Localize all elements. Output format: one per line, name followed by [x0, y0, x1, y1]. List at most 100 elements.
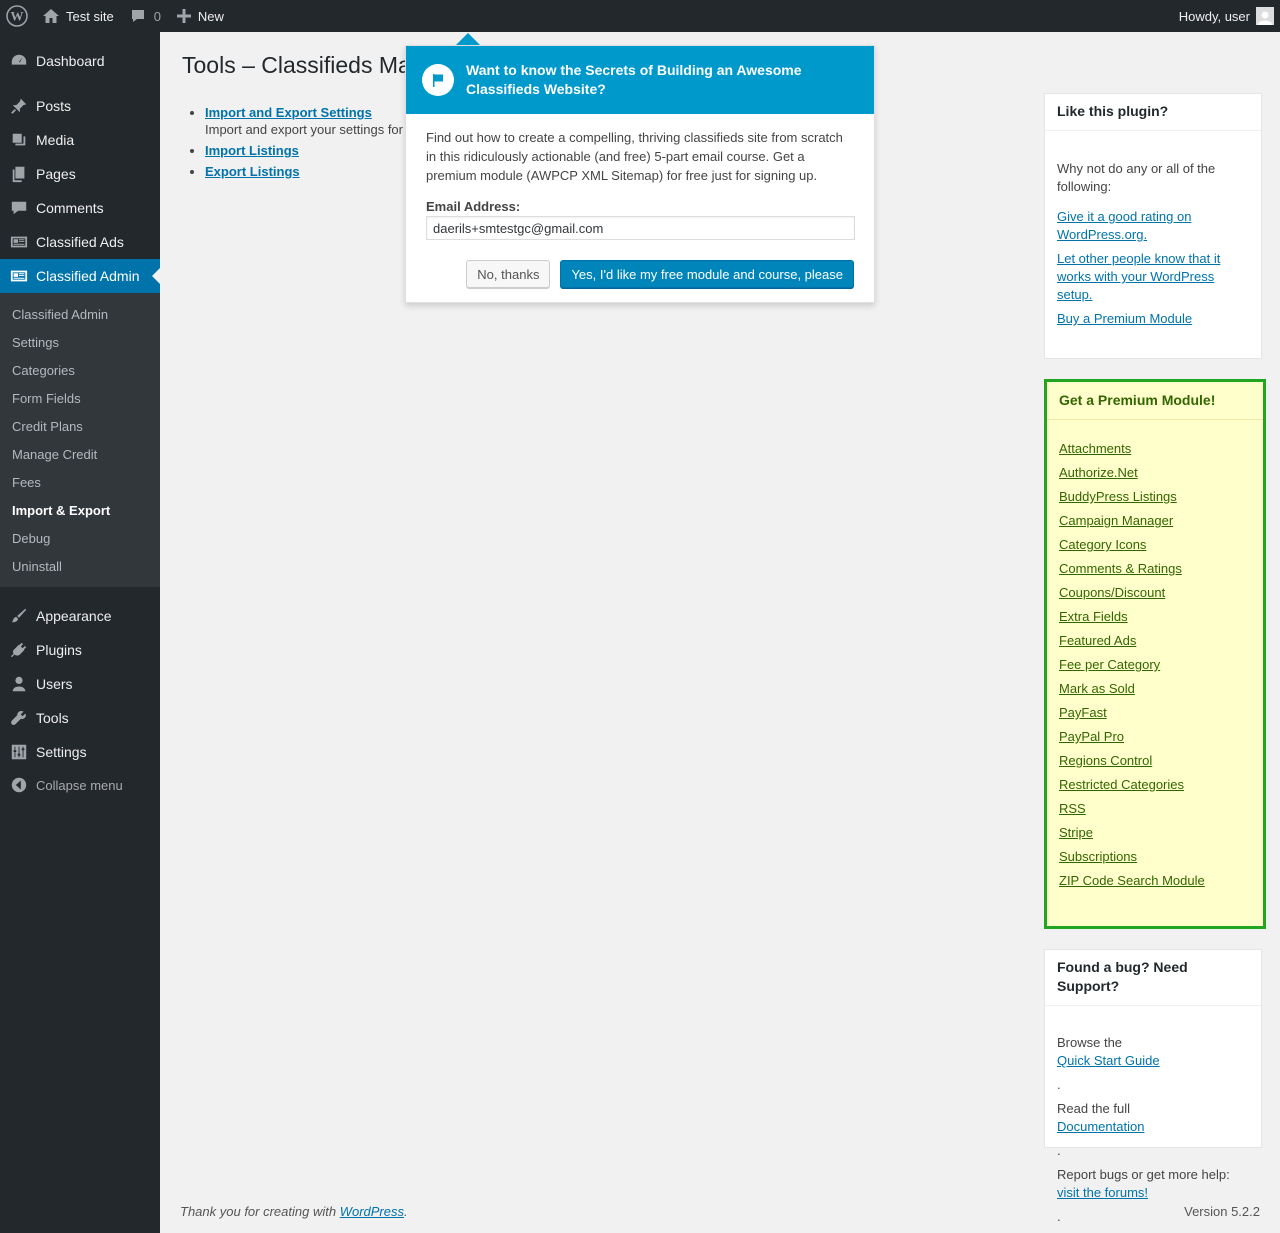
premium-module-box: Get a Premium Module! Attachments Author…	[1044, 379, 1266, 929]
premium-link-extra-fields[interactable]: Extra Fields	[1059, 608, 1251, 626]
user-icon	[12, 676, 26, 692]
home-icon	[43, 9, 59, 23]
premium-link-mark-as-sold[interactable]: Mark as Sold	[1059, 680, 1251, 698]
premium-module-list: Attachments Authorize.Net BuddyPress Lis…	[1047, 420, 1263, 914]
new-content-link[interactable]: New	[169, 0, 232, 32]
menu-label: Appearance	[36, 608, 112, 624]
media-icon	[12, 133, 26, 146]
new-label: New	[197, 8, 224, 24]
menu-pages[interactable]: Pages	[0, 157, 160, 191]
quick-start-guide-link[interactable]: Quick Start Guide	[1057, 1052, 1249, 1070]
menu-media[interactable]: Media	[0, 123, 160, 157]
import-listings-link[interactable]: Import Listings	[205, 143, 299, 158]
export-listings-link[interactable]: Export Listings	[205, 164, 300, 179]
admin-sidebar: Dashboard Posts Media Pages Comments Cla…	[0, 32, 160, 1233]
menu-label: Plugins	[36, 642, 82, 658]
wordpress-link[interactable]: WordPress	[340, 1204, 404, 1219]
premium-link-campaign-manager[interactable]: Campaign Manager	[1059, 512, 1251, 530]
documentation-link[interactable]: Documentation	[1057, 1118, 1249, 1136]
footer-thanks: Thank you for creating with WordPress.	[180, 1204, 408, 1219]
plug-icon	[10, 642, 27, 658]
subscribe-button[interactable]: Yes, I'd like my free module and course,…	[560, 260, 854, 288]
classified-icon	[10, 270, 28, 282]
premium-link-fee-per-category[interactable]: Fee per Category	[1059, 656, 1251, 674]
premium-link-regions-control[interactable]: Regions Control	[1059, 752, 1251, 770]
support-line-guide: Browse the Quick Start Guide.	[1057, 1034, 1249, 1094]
menu-appearance[interactable]: Appearance	[0, 599, 160, 633]
share-plugin-link[interactable]: Let other people know that it works with…	[1057, 250, 1249, 304]
premium-link-coupons[interactable]: Coupons/Discount	[1059, 584, 1251, 602]
premium-link-featured-ads[interactable]: Featured Ads	[1059, 632, 1251, 650]
premium-link-comments-ratings[interactable]: Comments & Ratings	[1059, 560, 1251, 578]
premium-link-buddypress[interactable]: BuddyPress Listings	[1059, 488, 1251, 506]
premium-link-stripe[interactable]: Stripe	[1059, 824, 1251, 842]
comment-icon	[11, 201, 27, 215]
flag-icon	[422, 64, 454, 96]
menu-label: Settings	[36, 744, 87, 760]
submenu-form-fields[interactable]: Form Fields	[0, 384, 160, 412]
premium-link-restricted-categories[interactable]: Restricted Categories	[1059, 776, 1251, 794]
avatar-silhouette-icon	[1258, 11, 1272, 25]
dashboard-icon	[11, 54, 27, 65]
submenu-manage-credit[interactable]: Manage Credit	[0, 440, 160, 468]
submenu-debug[interactable]: Debug	[0, 524, 160, 552]
submenu-credit-plans[interactable]: Credit Plans	[0, 412, 160, 440]
popup-title: Want to know the Secrets of Building an …	[466, 62, 802, 97]
footer-text: Thank you for creating with	[180, 1204, 340, 1219]
wordpress-logo-button[interactable]: W	[0, 0, 34, 32]
menu-label: Classified Admin	[36, 268, 140, 284]
plus-icon	[176, 9, 191, 23]
support-text: .	[1057, 1143, 1061, 1158]
admin-bar: W Test site 0 New Howdy, user	[0, 0, 1280, 32]
menu-posts[interactable]: Posts	[0, 89, 160, 123]
premium-link-subscriptions[interactable]: Subscriptions	[1059, 848, 1251, 866]
submenu-fees[interactable]: Fees	[0, 468, 160, 496]
menu-label: Classified Ads	[36, 234, 124, 250]
email-input[interactable]	[426, 216, 855, 240]
support-text: Read the full	[1057, 1101, 1130, 1116]
footer-text: .	[404, 1204, 408, 1219]
menu-settings[interactable]: Settings	[0, 735, 160, 769]
submenu-uninstall[interactable]: Uninstall	[0, 552, 160, 580]
menu-classified-admin[interactable]: Classified Admin	[0, 259, 160, 293]
menu-dashboard[interactable]: Dashboard	[0, 44, 160, 78]
tools-list: Import and Export Settings Import and ex…	[205, 105, 403, 185]
premium-link-rss[interactable]: RSS	[1059, 800, 1251, 818]
import-export-settings-link[interactable]: Import and Export Settings	[205, 105, 372, 120]
list-item: Export Listings	[205, 164, 403, 179]
site-name-link[interactable]: Test site	[34, 0, 122, 32]
premium-box-title: Get a Premium Module!	[1047, 382, 1263, 420]
premium-link-zip-code-search[interactable]: ZIP Code Search Module	[1059, 872, 1251, 890]
support-line-docs: Read the full Documentation.	[1057, 1100, 1249, 1160]
support-text: Browse the	[1057, 1035, 1123, 1050]
comments-link[interactable]: 0	[122, 0, 169, 32]
menu-plugins[interactable]: Plugins	[0, 633, 160, 667]
pages-icon	[12, 166, 25, 183]
premium-link-paypal-pro[interactable]: PayPal Pro	[1059, 728, 1251, 746]
menu-users[interactable]: Users	[0, 667, 160, 701]
menu-tools[interactable]: Tools	[0, 701, 160, 735]
premium-link-category-icons[interactable]: Category Icons	[1059, 536, 1251, 554]
forums-link[interactable]: visit the forums!	[1057, 1184, 1249, 1202]
rate-plugin-link[interactable]: Give it a good rating on WordPress.org.	[1057, 208, 1249, 244]
collapse-menu-button[interactable]: Collapse menu	[0, 769, 160, 801]
no-thanks-button[interactable]: No, thanks	[466, 260, 551, 288]
premium-link-authorize-net[interactable]: Authorize.Net	[1059, 464, 1251, 482]
menu-label: Pages	[36, 166, 76, 182]
submenu-import-export[interactable]: Import & Export	[0, 496, 160, 524]
account-menu[interactable]: Howdy, user	[1171, 0, 1280, 32]
comments-count: 0	[153, 8, 161, 24]
menu-comments[interactable]: Comments	[0, 191, 160, 225]
submenu-settings[interactable]: Settings	[0, 328, 160, 356]
menu-classified-ads[interactable]: Classified Ads	[0, 225, 160, 259]
buy-premium-link[interactable]: Buy a Premium Module	[1057, 310, 1249, 328]
menu-label: Users	[36, 676, 73, 692]
like-box-title: Like this plugin?	[1045, 94, 1261, 131]
submenu-categories[interactable]: Categories	[0, 356, 160, 384]
submenu-classified-admin[interactable]: Classified Admin	[0, 300, 160, 328]
pin-icon	[11, 98, 27, 114]
premium-link-payfast[interactable]: PayFast	[1059, 704, 1251, 722]
page-title: Tools – Classifieds Ma	[182, 52, 411, 78]
menu-label: Posts	[36, 98, 72, 114]
premium-link-attachments[interactable]: Attachments	[1059, 440, 1251, 458]
